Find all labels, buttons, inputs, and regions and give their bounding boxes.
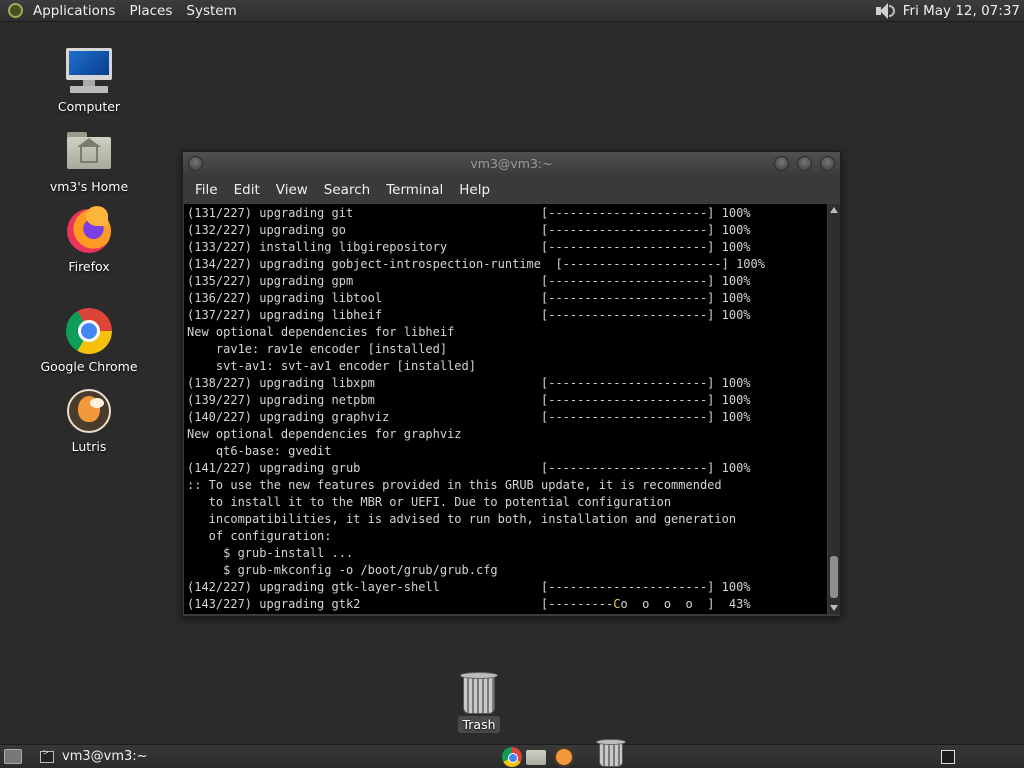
minimize-button[interactable] bbox=[774, 156, 789, 171]
applications-menu[interactable]: Applications bbox=[26, 3, 122, 19]
clock[interactable]: Fri May 12, 07:37 bbox=[903, 3, 1024, 19]
trash-launcher-icon[interactable] bbox=[596, 737, 626, 767]
terminal-menubar: File Edit View Search Terminal Help bbox=[183, 176, 840, 204]
home-folder-launcher-icon[interactable] bbox=[526, 750, 546, 765]
scroll-up-arrow-icon[interactable] bbox=[830, 207, 838, 213]
terminal-line: to install it to the MBR or UEFI. Due to… bbox=[187, 495, 672, 509]
terminal-line: (141/227) upgrading grub [--------------… bbox=[187, 461, 751, 475]
progress-cursor: C bbox=[613, 597, 621, 611]
maximize-button[interactable] bbox=[797, 156, 812, 171]
terminal-line: New optional dependencies for libheif bbox=[187, 325, 455, 339]
menu-terminal[interactable]: Terminal bbox=[378, 182, 451, 198]
desktop-icon-firefox[interactable]: Firefox bbox=[34, 206, 144, 274]
terminal-line: (142/227) upgrading gtk-layer-shell [---… bbox=[187, 580, 751, 594]
menu-help[interactable]: Help bbox=[451, 182, 498, 198]
places-menu[interactable]: Places bbox=[122, 3, 179, 19]
desktop-icon-chrome[interactable]: Google Chrome bbox=[34, 299, 144, 374]
menu-search[interactable]: Search bbox=[316, 182, 378, 198]
terminal-line: incompatibilities, it is advised to run … bbox=[187, 512, 737, 526]
terminal-output[interactable]: (131/227) upgrading git [---------------… bbox=[184, 204, 827, 614]
terminal-scrollbar[interactable] bbox=[828, 204, 840, 614]
desktop-icon-home[interactable]: vm3's Home bbox=[34, 126, 144, 194]
desktop-icon-label: vm3's Home bbox=[49, 179, 129, 194]
chrome-icon bbox=[57, 299, 121, 363]
desktop-icon-trash[interactable]: Trash bbox=[449, 670, 509, 733]
top-panel: Applications Places System Fri May 12, 0… bbox=[0, 0, 1024, 22]
taskbar-item-label: vm3@vm3:~ bbox=[62, 749, 148, 764]
terminal-line: :: To use the new features provided in t… bbox=[187, 478, 722, 492]
terminal-line: $ grub-mkconfig -o /boot/grub/grub.cfg bbox=[187, 563, 498, 577]
desktop-icon-computer[interactable]: Computer bbox=[34, 46, 144, 114]
window-titlebar[interactable]: vm3@vm3:~ bbox=[183, 152, 840, 176]
terminal-line: of configuration: bbox=[187, 529, 332, 543]
show-desktop-icon[interactable] bbox=[4, 749, 22, 764]
menu-edit[interactable]: Edit bbox=[226, 182, 268, 198]
terminal-window[interactable]: vm3@vm3:~ File Edit View Search Terminal… bbox=[182, 151, 841, 617]
desktop-icon-label: Firefox bbox=[68, 259, 110, 274]
system-menu[interactable]: System bbox=[179, 3, 243, 19]
desktop-icon-lutris[interactable]: Lutris bbox=[34, 386, 144, 454]
terminal-line: $ grub-install ... bbox=[187, 546, 354, 560]
terminal-line: qt6-base: gvedit bbox=[187, 444, 332, 458]
firefox-icon bbox=[64, 206, 114, 256]
computer-icon bbox=[64, 46, 114, 96]
desktop-icon-label: Lutris bbox=[71, 439, 107, 454]
terminal-line: (136/227) upgrading libtool [-----------… bbox=[187, 291, 751, 305]
chrome-launcher-icon[interactable] bbox=[502, 747, 522, 767]
workspace-switcher[interactable] bbox=[941, 750, 955, 764]
terminal-line: (135/227) upgrading gpm [---------------… bbox=[187, 274, 751, 288]
taskbar-item-terminal[interactable]: vm3@vm3:~ bbox=[34, 746, 154, 767]
trash-icon bbox=[459, 670, 499, 714]
menu-file[interactable]: File bbox=[187, 182, 226, 198]
progress-suffix: o o o o ] 43% bbox=[620, 597, 751, 611]
distro-logo-icon[interactable] bbox=[4, 0, 26, 22]
desktop-icon-label: Computer bbox=[57, 99, 121, 114]
lutris-icon bbox=[64, 386, 114, 436]
bottom-panel: vm3@vm3:~ bbox=[0, 739, 1024, 768]
terminal-line: svt-av1: svt-av1 encoder [installed] bbox=[187, 359, 476, 373]
terminal-line: (131/227) upgrading git [---------------… bbox=[187, 206, 751, 220]
terminal-line: (138/227) upgrading libxpm [------------… bbox=[187, 376, 751, 390]
desktop-icon-label: Google Chrome bbox=[40, 359, 138, 374]
menu-view[interactable]: View bbox=[268, 182, 316, 198]
terminal-line: (133/227) installing libgirepository [--… bbox=[187, 240, 751, 254]
lutris-launcher-icon[interactable] bbox=[554, 747, 574, 767]
window-title: vm3@vm3:~ bbox=[470, 156, 553, 171]
terminal-line: (134/227) upgrading gobject-introspectio… bbox=[187, 257, 765, 271]
desktop-icon-label: Trash bbox=[458, 716, 500, 733]
terminal-line: (140/227) upgrading graphviz [----------… bbox=[187, 410, 751, 424]
volume-icon[interactable] bbox=[871, 0, 897, 22]
home-folder-icon bbox=[64, 126, 114, 176]
scrollbar-thumb[interactable] bbox=[830, 556, 838, 598]
terminal-line: (132/227) upgrading go [----------------… bbox=[187, 223, 751, 237]
progress-prefix: (143/227) upgrading gtk2 [--------- bbox=[187, 597, 614, 611]
terminal-line: New optional dependencies for graphviz bbox=[187, 427, 462, 441]
terminal-line: (139/227) upgrading netpbm [------------… bbox=[187, 393, 751, 407]
terminal-line: rav1e: rav1e encoder [installed] bbox=[187, 342, 448, 356]
scroll-down-arrow-icon[interactable] bbox=[830, 605, 838, 611]
close-button[interactable] bbox=[820, 156, 835, 171]
terminal-line: (137/227) upgrading libheif [-----------… bbox=[187, 308, 751, 322]
progress-line: (143/227) upgrading gtk2 [---------Co o … bbox=[187, 596, 824, 613]
terminal-icon bbox=[40, 748, 54, 763]
